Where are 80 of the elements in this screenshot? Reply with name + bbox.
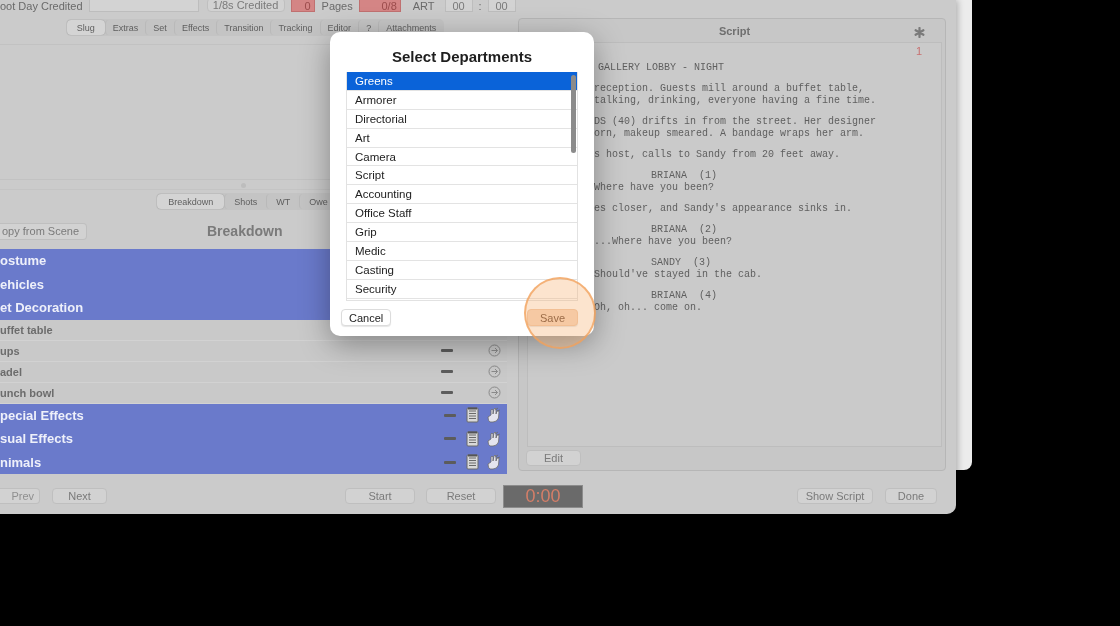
dialogue-line: Should've stayed in the cab. xyxy=(594,269,764,281)
page-number: 1 xyxy=(915,45,922,57)
hand-icon xyxy=(486,454,501,471)
arrow-circle-icon xyxy=(488,344,501,357)
tab[interactable]: Set xyxy=(145,20,174,35)
category-label: pecial Effects xyxy=(0,407,84,423)
item-label: ups xyxy=(0,344,20,357)
item-row[interactable]: adel xyxy=(0,361,507,383)
hours-field[interactable]: 00 xyxy=(444,0,473,12)
department-item[interactable]: Grip xyxy=(347,223,577,242)
arrow-circle-icon xyxy=(488,365,501,378)
action-line: orn, makeup smeared. A bandage wraps her arm. xyxy=(594,128,866,140)
show-script-button[interactable]: Show Script xyxy=(797,488,873,504)
tab[interactable]: Slug xyxy=(66,20,105,35)
art-label: ART xyxy=(412,0,435,12)
character-name: BRIANA (4) xyxy=(651,290,718,302)
click-highlight xyxy=(524,277,596,349)
tab[interactable]: WT xyxy=(266,194,300,209)
credited-button[interactable]: 1/8s Credited xyxy=(206,0,285,12)
tab[interactable]: Breakdown xyxy=(157,194,225,209)
scene-heading: GALLERY LOBBY - NIGHT xyxy=(598,62,726,74)
department-item[interactable]: Security xyxy=(347,279,577,299)
tab[interactable]: Tracking xyxy=(270,20,320,35)
copy-from-scene-button[interactable]: opy from Scene xyxy=(0,222,87,240)
item-label: uffet table xyxy=(0,323,53,336)
dialogue-line: Where have you been? xyxy=(594,182,716,194)
department-item[interactable]: Medic xyxy=(347,242,577,261)
character-name: BRIANA (1) xyxy=(651,170,718,182)
dialogue-line: ...Where have you been? xyxy=(594,236,734,248)
category-label: et Decoration xyxy=(0,300,84,316)
action-line: DS (40) drifts in from the street. Her designer xyxy=(594,116,878,128)
action-line: es closer, and Sandy's appearance sinks in. xyxy=(594,203,854,215)
notepad-icon xyxy=(466,430,479,447)
pages-label: Pages xyxy=(321,0,353,12)
item-label: unch bowl xyxy=(0,386,55,399)
character-name: BRIANA (2) xyxy=(651,224,718,236)
item-row[interactable]: unch bowl xyxy=(0,382,507,404)
asterisk-icon xyxy=(914,27,925,38)
category-label: nimals xyxy=(0,454,42,470)
item-row[interactable]: ups xyxy=(0,340,507,362)
shoot-day-label: oot Day Credited xyxy=(0,0,83,12)
next-button[interactable]: Next xyxy=(52,488,107,504)
cancel-button[interactable]: Cancel xyxy=(341,309,392,326)
done-button[interactable]: Done xyxy=(885,488,937,504)
script-title: Script xyxy=(718,24,751,37)
notepad-icon xyxy=(466,454,479,471)
category-row[interactable]: pecial Effects xyxy=(0,403,507,427)
notepad-icon xyxy=(466,407,479,424)
edit-button[interactable]: Edit xyxy=(526,450,581,466)
minutes-field[interactable]: 00 xyxy=(487,0,516,12)
tab[interactable]: Transition xyxy=(216,20,271,35)
scrollbar-thumb[interactable] xyxy=(571,75,576,153)
category-label: ehicles xyxy=(0,276,45,292)
character-name: SANDY (3) xyxy=(651,257,712,269)
department-item[interactable]: Greens xyxy=(347,72,577,91)
item-label: adel xyxy=(0,365,22,378)
timer-display: 0:00 xyxy=(503,484,583,508)
hand-icon xyxy=(486,407,501,424)
dialog-title: Select Departments xyxy=(390,48,534,67)
arrow-circle-icon xyxy=(488,386,501,399)
department-item[interactable]: Accounting xyxy=(347,185,577,205)
category-label: ostume xyxy=(0,253,47,269)
category-row[interactable]: nimals xyxy=(0,450,507,474)
department-item[interactable]: Office Staff xyxy=(347,204,577,224)
department-item[interactable]: Casting xyxy=(347,260,577,280)
action-line: talking, drinking, everyone having a fine time. xyxy=(594,95,878,107)
breakdown-title: Breakdown xyxy=(207,223,283,239)
tab[interactable]: Extras xyxy=(104,20,146,35)
tab[interactable]: Shots xyxy=(224,194,267,209)
save-button[interactable]: Save xyxy=(527,309,578,326)
time-separator: : xyxy=(478,0,482,12)
category-label: sual Effects xyxy=(0,431,73,447)
tab[interactable]: Effects xyxy=(173,20,217,35)
hand-icon xyxy=(486,430,501,447)
action-line: s host, calls to Sandy from 20 feet away. xyxy=(594,149,842,161)
reset-button[interactable]: Reset xyxy=(426,488,496,504)
department-item[interactable]: Script xyxy=(347,166,577,186)
category-row[interactable]: sual Effects xyxy=(0,427,507,451)
start-button[interactable]: Start xyxy=(345,488,415,504)
action-line: reception. Guests mill around a buffet table, xyxy=(594,83,866,95)
